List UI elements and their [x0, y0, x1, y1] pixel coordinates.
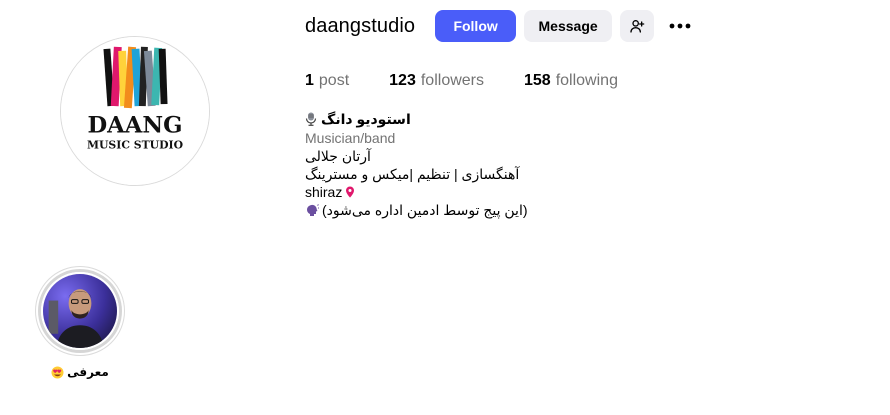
stat-number: 1: [305, 72, 314, 89]
profile-header: daangstudio Follow Message: [305, 10, 696, 42]
speaking-head-icon: [305, 203, 319, 217]
highlight-cover: [41, 272, 119, 350]
bio-name-row: استودیو دانگ: [305, 110, 528, 128]
highlight-label: معرفی: [67, 365, 109, 379]
stat-label: post: [318, 72, 350, 89]
followers-link[interactable]: 123 followers: [389, 72, 484, 90]
following-link[interactable]: 158 following: [524, 72, 618, 90]
add-user-icon: [630, 20, 645, 33]
username: daangstudio: [305, 14, 416, 37]
location-pin-icon: [345, 186, 355, 198]
story-highlight[interactable]: معرفی: [35, 266, 125, 379]
logo-text-main: DAANG: [88, 113, 183, 139]
stat-number: 158: [524, 72, 551, 89]
highlight-ring: [35, 266, 125, 356]
stat-number: 123: [389, 72, 416, 89]
bio-note: (این پیج توسط ادمین اداره می‌شود): [322, 202, 528, 218]
microphone-icon: [305, 112, 317, 126]
logo-text-sub: MUSIC STUDIO: [87, 138, 183, 151]
bio-category: Musician/band: [305, 130, 396, 146]
bio-location-row: shiraz: [305, 183, 528, 201]
daang-logo: DAANG MUSIC STUDIO: [61, 37, 209, 185]
bio-location: shiraz: [305, 184, 343, 200]
stat-label: followers: [420, 72, 484, 89]
more-options-button[interactable]: [664, 10, 696, 42]
suggested-users-button[interactable]: [620, 10, 655, 42]
highlight-label-row: معرفی: [35, 365, 125, 379]
bio-line-2: آهنگسازی | تنظیم |میکس و مسترینگ: [305, 166, 520, 182]
bio-line-1: آرتان جلالی: [305, 148, 371, 164]
posts-count: 1 post: [305, 72, 349, 90]
profile-stats: 1 post 123 followers 158 following: [305, 72, 658, 90]
profile-bio: استودیو دانگ Musician/band آرتان جلالی آ…: [305, 110, 528, 219]
stat-label: following: [555, 72, 618, 89]
heart-eyes-emoji-icon: [51, 366, 64, 379]
more-options-icon: [669, 23, 691, 29]
profile-avatar[interactable]: DAANG MUSIC STUDIO: [60, 36, 210, 186]
follow-button[interactable]: Follow: [435, 10, 517, 42]
bio-full-name: استودیو دانگ: [321, 111, 411, 127]
message-button[interactable]: Message: [524, 10, 613, 42]
bio-note-row: (این پیج توسط ادمین اداره می‌شود): [305, 201, 528, 219]
